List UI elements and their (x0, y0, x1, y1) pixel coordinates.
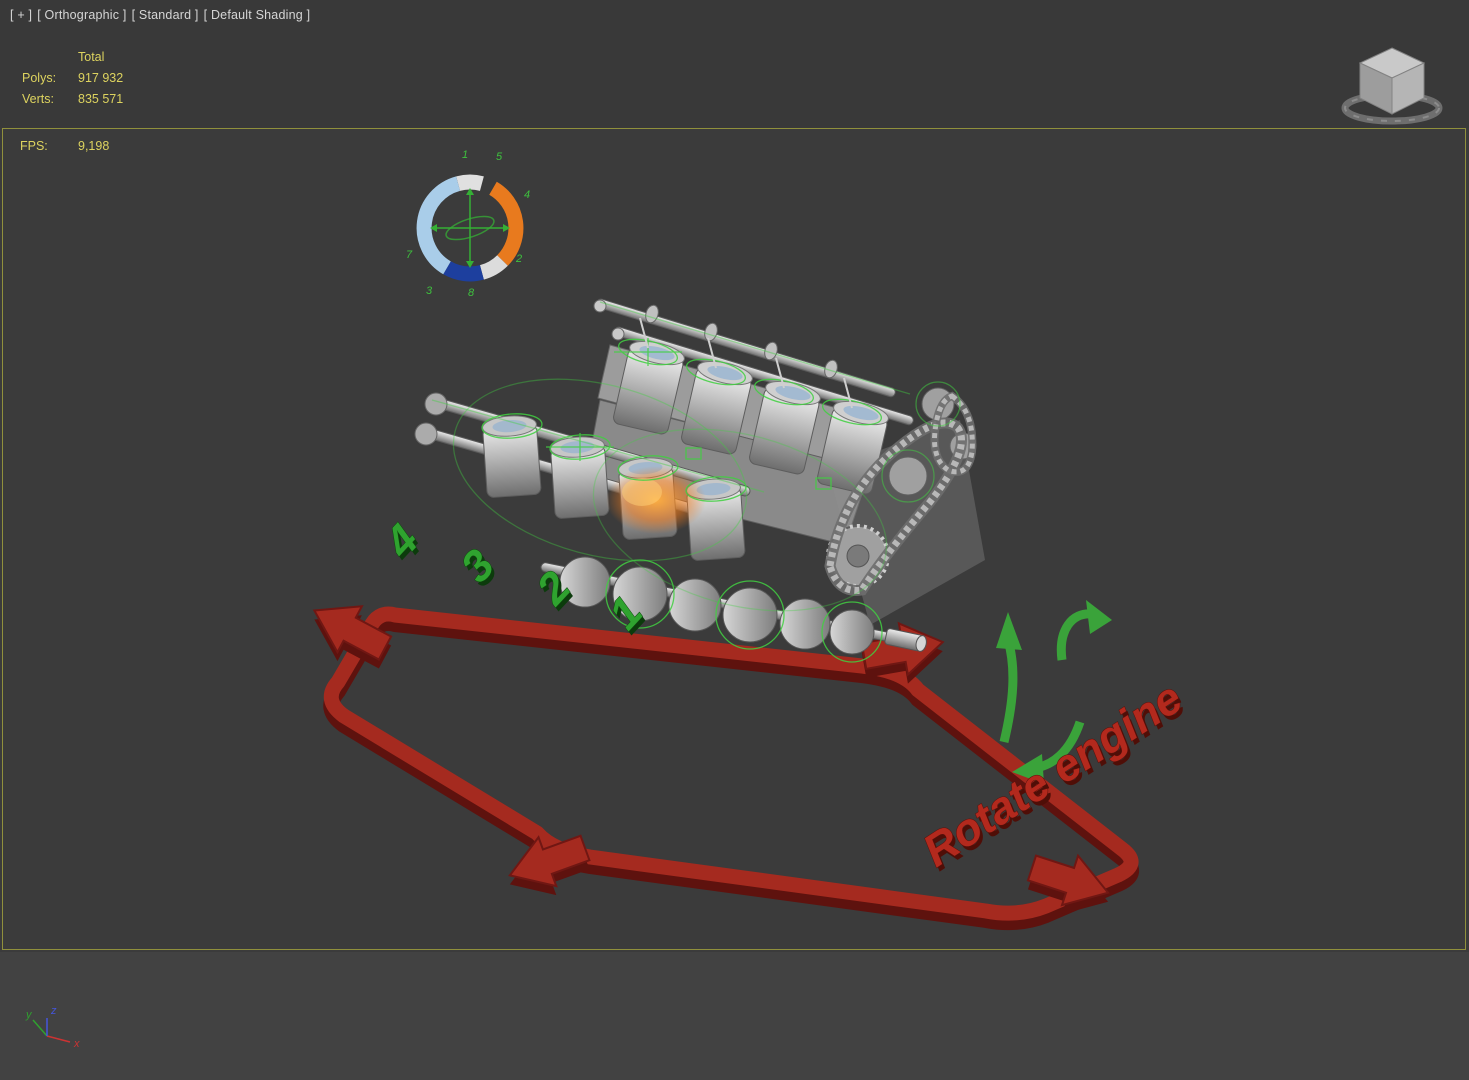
rotate-engine-label[interactable]: Rotate engine Rotate engine (913, 671, 1194, 881)
timing-gear-hub (846, 544, 870, 568)
fps-label: FPS: (20, 139, 48, 153)
timing-gear (888, 456, 928, 496)
camshaft-end-1 (593, 299, 607, 313)
cylinder (482, 415, 542, 498)
stats-total-header: Total (78, 50, 105, 64)
green-arrow-up-head[interactable] (996, 612, 1022, 650)
cam-sprocket-1 (424, 392, 448, 416)
viewport-menu-style[interactable]: [ Standard ] (132, 8, 199, 22)
axis-z-label: z (50, 1005, 57, 1017)
cam-sprocket-2 (414, 422, 438, 446)
crank-counterweight (829, 609, 875, 655)
wheel-segment-white-top[interactable] (456, 174, 484, 191)
wheel-number-3: 3 (426, 285, 433, 297)
axis-x-label: x (73, 1038, 80, 1050)
wheel-segment-orange[interactable] (488, 181, 524, 266)
stats-polys-value: 917 932 (78, 71, 124, 85)
camshaft-end-2 (611, 327, 625, 341)
stats-spacer (22, 50, 78, 64)
wheel-segment-white-bottom[interactable] (479, 254, 508, 280)
fps-overlay: FPS: 9,198 (20, 139, 109, 153)
stats-polys-label: Polys: (22, 71, 57, 85)
wheel-number-4: 4 (524, 189, 530, 201)
crank-counterweight (722, 587, 778, 643)
engine-model[interactable] (414, 298, 985, 663)
viewport-label: [ + ] [ Orthographic ] [ Standard ] [ Defau… (10, 8, 315, 22)
viewport-window: [ + ] [ Orthographic ] [ Standard ] [ Defau… (0, 0, 1469, 1080)
wheel-number-8: 8 (468, 287, 475, 299)
stats-verts-value: 835 571 (78, 92, 124, 106)
green-arrow-hook-shaft[interactable] (1056, 609, 1093, 661)
wheel-segment-navy[interactable] (443, 261, 484, 282)
statistics-overlay: Total Polys: 917 932 Verts: 835 571 (22, 50, 123, 106)
green-arrow-up-shaft[interactable] (999, 638, 1018, 744)
viewport-menu-general[interactable]: [ + ] (10, 8, 32, 22)
green-arrow-hook-head[interactable] (1086, 600, 1112, 634)
combustion-glow-core (622, 478, 662, 506)
viewcube[interactable] (1341, 47, 1443, 125)
steering-wheel-gizmo[interactable]: 1 5 4 2 8 3 7 (406, 149, 530, 299)
axis-y-label: y (25, 1009, 33, 1021)
scene-canvas: 4 4 3 3 2 2 1 1 Rotate engine Rotate eng… (25, 47, 1443, 1050)
fps-value: 9,198 (78, 139, 110, 153)
axis-x-line (46, 1035, 71, 1043)
wheel-number-1: 1 (462, 149, 468, 161)
axis-y-line (32, 1019, 48, 1037)
rotate-engine-text[interactable]: Rotate engine (913, 671, 1191, 877)
wheel-number-7: 7 (406, 249, 413, 261)
wheel-number-2: 2 (515, 253, 522, 265)
wheel-number-5: 5 (496, 151, 503, 163)
world-axis-tripod: x y z (25, 1005, 80, 1050)
viewport-menu-pov[interactable]: [ Orthographic ] (37, 8, 126, 22)
viewport-menu-shading[interactable]: [ Default Shading ] (204, 8, 311, 22)
stats-verts-label: Verts: (22, 92, 54, 106)
